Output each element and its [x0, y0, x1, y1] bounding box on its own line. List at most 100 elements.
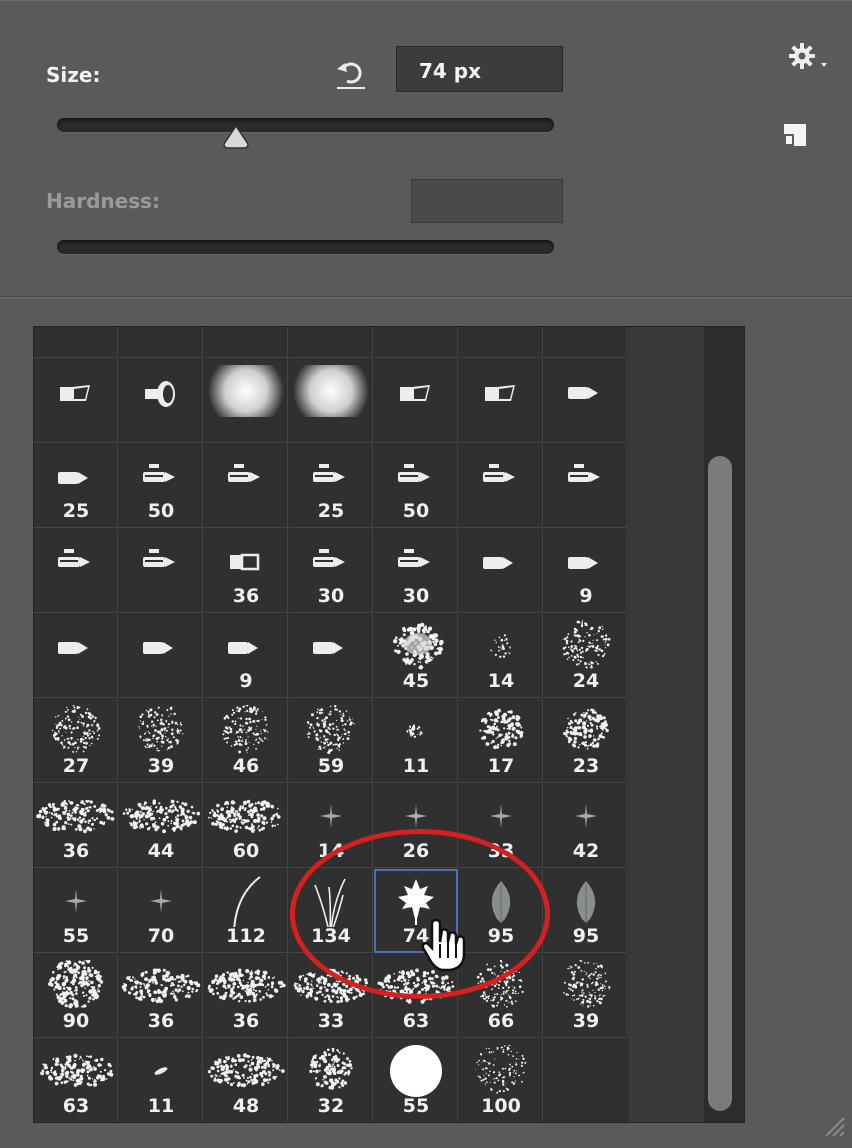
brush-preset-pencil[interactable]	[34, 614, 118, 698]
brush-size-label: 48	[232, 1095, 260, 1117]
brush-preset-stylus[interactable]	[119, 529, 203, 613]
brush-preset-star[interactable]: 14	[289, 784, 373, 868]
brush-tip-icon	[309, 1047, 353, 1090]
brush-size-label: 134	[311, 925, 351, 947]
brush-tip-icon	[233, 876, 261, 927]
brush-preset-grass[interactable]: 134	[289, 869, 373, 953]
brush-preset-spray[interactable]: 39	[119, 699, 203, 783]
brush-tip-icon	[313, 464, 345, 482]
brush-preset-spray[interactable]: 24	[544, 614, 628, 698]
brush-preset-stylus[interactable]: 50	[374, 444, 458, 528]
brush-preset-spray[interactable]: 59	[289, 699, 373, 783]
brush-tip-icon	[143, 642, 173, 654]
brush-size-label: 42	[572, 840, 600, 862]
brush-preset-pencil[interactable]: 9	[204, 614, 288, 698]
brush-size-label: 14	[317, 840, 345, 862]
brush-preset-stylus[interactable]	[204, 444, 288, 528]
brush-preset-soft[interactable]	[289, 359, 373, 443]
brush-size-label: 39	[572, 1010, 600, 1032]
brush-size-label: 36	[62, 840, 90, 862]
brush-preset-star[interactable]: 55	[34, 869, 118, 953]
brush-preset-star[interactable]: 33	[459, 784, 543, 868]
brush-preset-pencil[interactable]: 9	[544, 529, 628, 613]
brush-preset-splat[interactable]: 17	[459, 699, 543, 783]
brush-preset-soft[interactable]	[204, 359, 288, 443]
brush-preset-dash[interactable]: 11	[119, 1039, 203, 1122]
resize-grip-icon[interactable]	[822, 1114, 848, 1144]
brush-preset-hard[interactable]: 55	[374, 1039, 458, 1122]
brush-size-label: 90	[62, 1010, 90, 1032]
brush-cell-partial[interactable]	[204, 327, 288, 358]
brush-preset-chalk[interactable]: 33	[289, 954, 373, 1038]
new-preset-icon[interactable]	[782, 122, 808, 152]
brush-cell-partial[interactable]	[289, 327, 373, 358]
brush-preset-stylus[interactable]: 30	[289, 529, 373, 613]
brush-preset-star[interactable]: 70	[119, 869, 203, 953]
brush-preset-chalk[interactable]: 60	[204, 784, 288, 868]
brush-cell-partial[interactable]	[544, 327, 628, 358]
brush-preset-splat[interactable]: 32	[289, 1039, 373, 1122]
brush-preset-spray[interactable]: 39	[544, 954, 628, 1038]
brush-preset-dots[interactable]: 100	[459, 1039, 543, 1122]
brush-preset-stylus[interactable]: 50	[119, 444, 203, 528]
brush-preset-stylus[interactable]: 25	[289, 444, 373, 528]
brush-tip-icon	[150, 889, 172, 913]
brush-cell-partial[interactable]	[459, 327, 543, 358]
brush-tip-icon	[154, 1067, 168, 1075]
brush-grid: 25 50 25 50 36 30 30 9 9 45 14 24 27 39 46 59 11 17 23 36 44…	[33, 326, 745, 1123]
brush-tip-icon	[313, 549, 345, 567]
brush-tip-icon	[568, 387, 598, 399]
brush-preset-pencil[interactable]	[289, 614, 373, 698]
brush-preset-chalk[interactable]: 63	[34, 1039, 118, 1122]
brush-preset-chalk[interactable]: 44	[119, 784, 203, 868]
reset-arrow-icon[interactable]	[333, 55, 369, 95]
brush-tip-icon	[48, 960, 104, 1009]
brush-preset-texture[interactable]: 90	[34, 954, 118, 1038]
brush-preset-stylus[interactable]	[34, 529, 118, 613]
brush-preset-splat[interactable]: 23	[544, 699, 628, 783]
brush-preset-splat-sm[interactable]: 11	[374, 699, 458, 783]
brush-preset-fan[interactable]	[119, 359, 203, 443]
size-value-field[interactable]: 74 px	[396, 46, 563, 92]
brush-preset-chalk[interactable]: 48	[204, 1039, 288, 1122]
brush-preset-pencil[interactable]	[544, 359, 628, 443]
brush-preset-star[interactable]: 42	[544, 784, 628, 868]
brush-tip-icon	[314, 878, 346, 927]
brush-tip-icon	[563, 960, 611, 1008]
brush-preset-picker: Size: 74 px Hardness: 25 50 25 50 36 30 …	[0, 0, 852, 1148]
brush-preset-stylus[interactable]	[544, 444, 628, 528]
brush-preset-pencil[interactable]	[119, 614, 203, 698]
brush-preset-block[interactable]: 36	[204, 529, 288, 613]
brush-preset-chalk[interactable]: 36	[119, 954, 203, 1038]
brush-size-label: 36	[232, 1010, 260, 1032]
brush-preset-star[interactable]: 26	[374, 784, 458, 868]
brush-preset-spray[interactable]: 46	[204, 699, 288, 783]
brush-tip-icon	[208, 799, 281, 833]
brush-preset-curve[interactable]: 112	[204, 869, 288, 953]
brush-preset-pencil[interactable]: 25	[34, 444, 118, 528]
brush-preset-flat[interactable]	[34, 359, 118, 443]
brush-preset-chalk[interactable]: 36	[34, 784, 118, 868]
brush-preset-chalk[interactable]: 36	[204, 954, 288, 1038]
brush-preset-pencil[interactable]	[459, 529, 543, 613]
brush-preset-stylus[interactable]: 30	[374, 529, 458, 613]
brush-preset-stylus[interactable]	[459, 444, 543, 528]
size-slider-track[interactable]	[57, 118, 554, 132]
brush-size-label: 36	[232, 585, 260, 607]
brush-preset-flat[interactable]	[374, 359, 458, 443]
gear-menu-icon[interactable]	[788, 41, 830, 77]
brush-preset-leaf[interactable]: 95	[544, 869, 628, 953]
brush-size-label: 39	[147, 755, 175, 777]
brush-preset-spray[interactable]: 27	[34, 699, 118, 783]
brush-tip-icon	[490, 804, 512, 828]
brush-cell-partial[interactable]	[34, 327, 118, 358]
brush-preset-spray-sm[interactable]: 14	[459, 614, 543, 698]
brush-preset-cloud[interactable]: 45	[374, 614, 458, 698]
brush-preset-flat[interactable]	[459, 359, 543, 443]
brush-size-label: 25	[317, 500, 345, 522]
size-slider-thumb[interactable]	[222, 124, 250, 154]
brush-cell-partial[interactable]	[119, 327, 203, 358]
brush-size-label: 60	[232, 840, 260, 862]
brush-cell-partial[interactable]	[374, 327, 458, 358]
scrollbar-thumb[interactable]	[708, 456, 732, 1111]
